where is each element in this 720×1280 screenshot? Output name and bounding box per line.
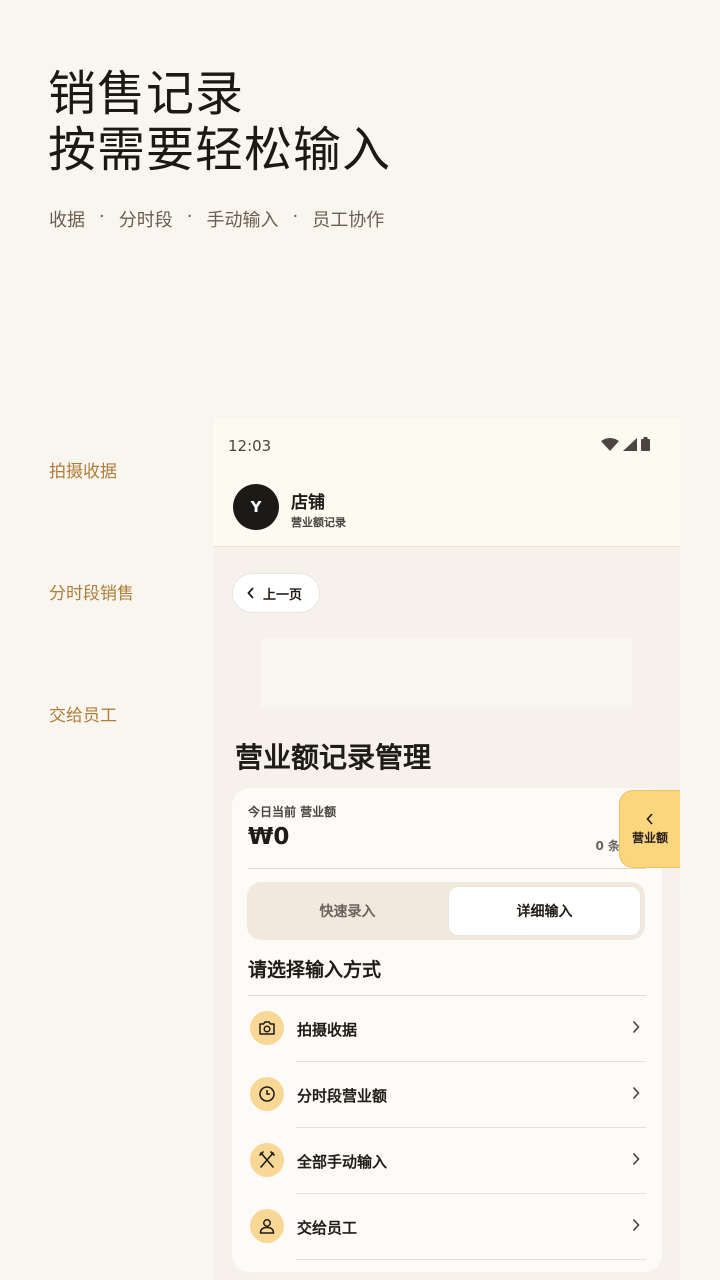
- promo-tags: 收据 · 分时段 · 手动输入 · 员工协作: [49, 206, 384, 232]
- tab-quick-entry[interactable]: 快速录入: [251, 886, 444, 936]
- sales-card: 今日当前 营业额 ₩0 0 条 快速录入 详细输入 请选择输入方式 拍摄收据 分…: [232, 788, 662, 1272]
- method-label: 拍摄收据: [297, 1021, 358, 1039]
- camera-icon: [250, 1011, 284, 1045]
- side-label-receipt: 拍摄收据: [49, 462, 117, 482]
- clock-icon: [250, 1077, 284, 1111]
- record-count: 0 条: [595, 839, 620, 853]
- chevron-right-icon: [632, 1152, 640, 1166]
- tag-separator: ·: [99, 206, 105, 227]
- today-sales-label: 今日当前 营业额: [248, 805, 337, 819]
- method-label: 分时段营业额: [297, 1087, 388, 1105]
- chevron-right-icon: [632, 1218, 640, 1232]
- promo-tag: 分时段: [118, 210, 173, 231]
- divider: [296, 1259, 646, 1260]
- tag-separator: ·: [292, 206, 299, 227]
- signal-icon: [623, 437, 637, 451]
- chevron-left-icon: [247, 587, 254, 599]
- promo-tag: 员工协作: [312, 210, 385, 231]
- status-time: 12:03: [228, 437, 272, 455]
- method-section-title: 请选择输入方式: [248, 959, 382, 981]
- store-subtitle: 营业额记录: [291, 516, 346, 529]
- battery-icon: [641, 437, 650, 451]
- app-header: 12:03 Y 店铺 营业额记录: [213, 418, 680, 547]
- today-sales-amount: ₩0: [248, 824, 290, 850]
- method-item-manual[interactable]: 全部手动输入: [248, 1128, 646, 1194]
- utensils-icon: [250, 1143, 284, 1177]
- method-item-receipt[interactable]: 拍摄收据: [248, 996, 646, 1062]
- method-item-timeslot[interactable]: 分时段营业额: [248, 1062, 646, 1128]
- method-label: 交给员工: [297, 1219, 358, 1237]
- chevron-right-icon: [632, 1086, 640, 1100]
- person-icon: [250, 1209, 284, 1243]
- promo-title-line1: 销售记录: [48, 66, 245, 122]
- back-button-label: 上一页: [263, 587, 303, 603]
- method-item-staff[interactable]: 交给员工: [248, 1194, 646, 1260]
- input-mode-segmented-control: 快速录入 详细输入: [247, 882, 645, 940]
- wifi-icon: [601, 437, 619, 451]
- status-icons: [601, 437, 650, 451]
- banner-placeholder: [261, 638, 632, 708]
- chevron-left-icon: [646, 812, 653, 825]
- store-name: 店铺: [291, 493, 325, 513]
- tag-separator: ·: [186, 206, 193, 227]
- side-label-timeslot: 分时段销售: [49, 584, 134, 604]
- phone-screen: 12:03 Y 店铺 营业额记录 上一页 营业额记录管理 今日当前 营业额 ₩0…: [213, 418, 680, 1280]
- back-button[interactable]: 上一页: [232, 573, 320, 613]
- avatar[interactable]: Y: [233, 484, 279, 530]
- method-label: 全部手动输入: [297, 1153, 388, 1171]
- promo-title-line2: 按需要轻松输入: [48, 122, 392, 178]
- promo-tag: 收据: [49, 210, 85, 231]
- page-title: 营业额记录管理: [235, 741, 432, 774]
- divider: [248, 868, 646, 869]
- tab-detailed-entry[interactable]: 详细输入: [448, 886, 641, 936]
- sales-side-tab-label: 营业额: [631, 830, 668, 845]
- sales-side-tab[interactable]: 营业额: [619, 790, 680, 868]
- chevron-right-icon: [632, 1020, 640, 1034]
- side-label-staff: 交给员工: [49, 706, 117, 726]
- promo-title: 销售记录 按需要轻松输入: [48, 66, 391, 178]
- promo-tag: 手动输入: [206, 210, 279, 231]
